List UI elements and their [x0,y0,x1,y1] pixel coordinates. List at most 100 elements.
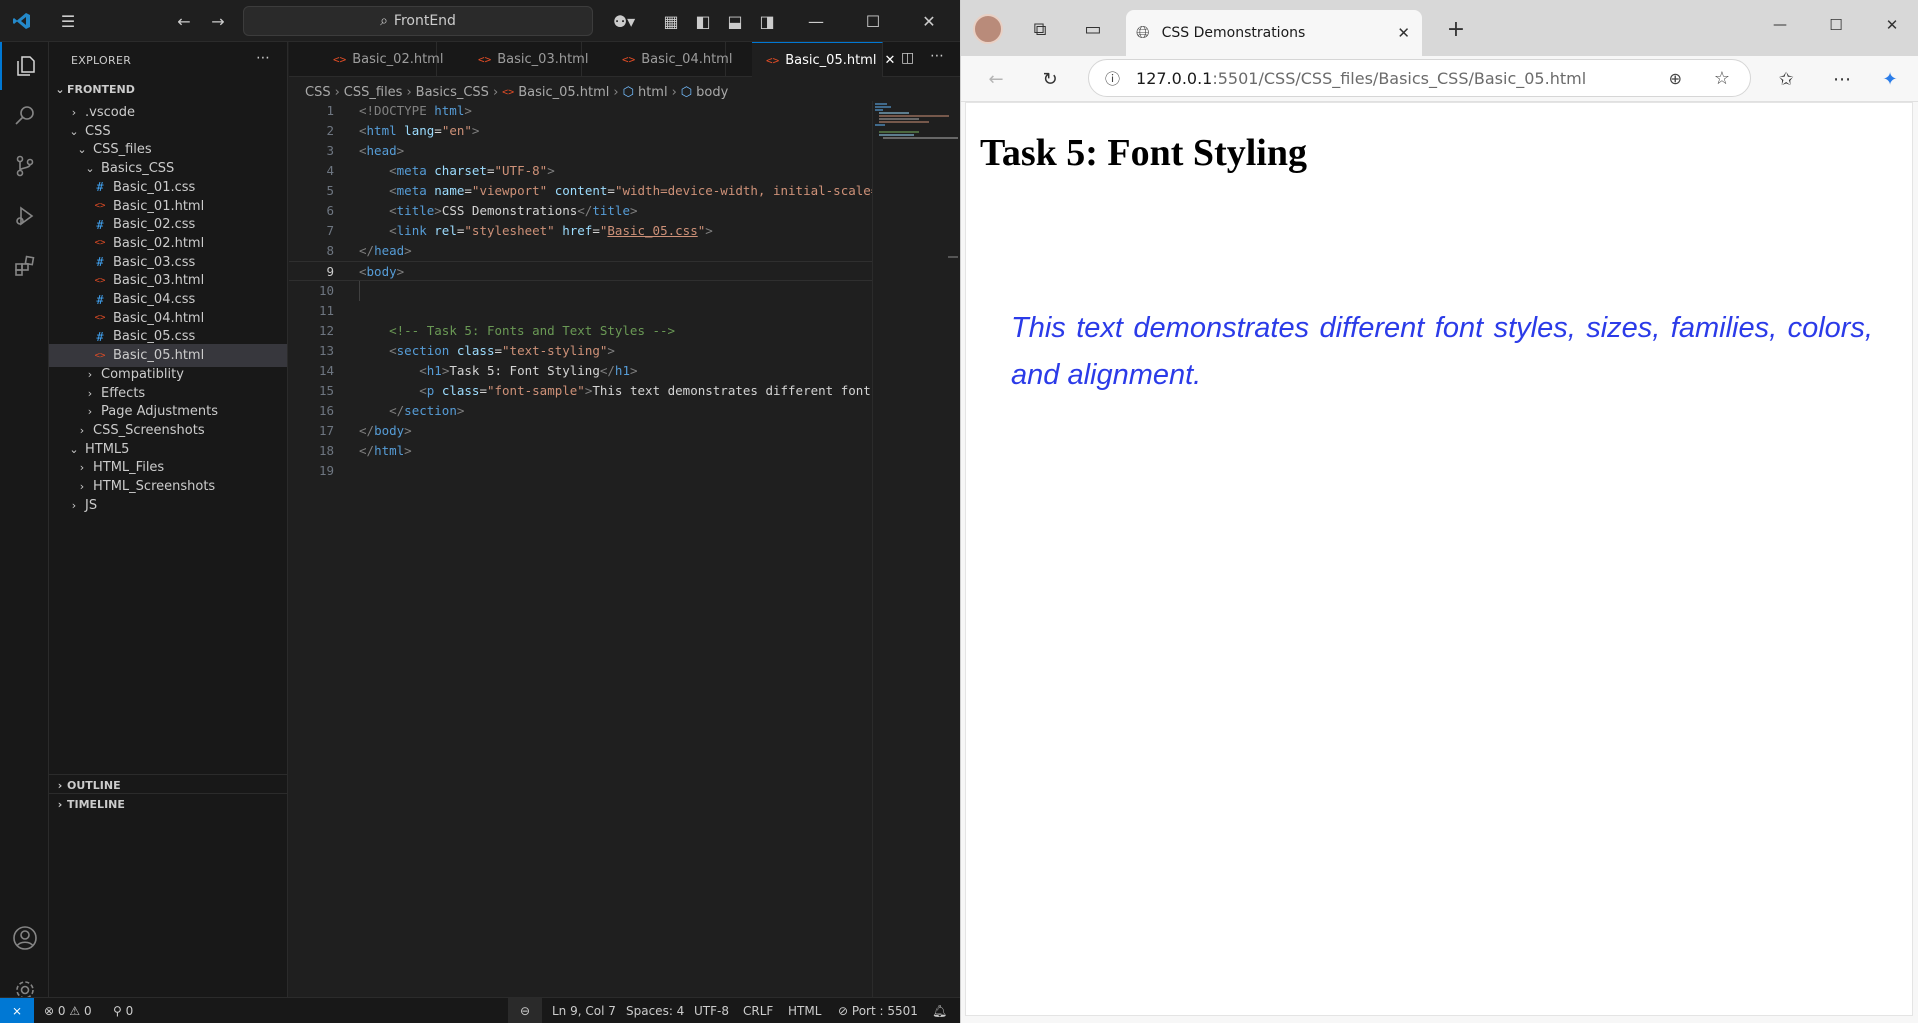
timeline-section[interactable]: › TIMELINE [49,793,287,815]
more-menu-icon[interactable]: ⋯ [1829,66,1855,92]
code-editor[interactable]: 1 <!DOCTYPE html> 2 <html lang="en"> 3 <hea… [289,101,872,481]
address-bar[interactable]: ⓘ 127.0.0.1:5501/CSS/CSS_files/Basics_CS… [1088,59,1751,97]
run-debug-icon[interactable] [0,192,49,240]
search-view-icon[interactable] [0,92,49,140]
customize-layout-icon[interactable]: ▦ [660,10,682,32]
copilot-icon[interactable]: ✦ [1877,66,1903,92]
code-line: <h1>Task 5: Font Styling</h1> [419,363,638,378]
url-host: 127.0.0.1 [1136,68,1213,88]
maximize-icon[interactable]: ☐ [1823,12,1849,38]
chevron-right-icon: › [334,84,340,100]
info-icon[interactable]: ⓘ [1105,68,1120,89]
line-number: 13 [318,343,334,358]
more-actions-icon[interactable]: ⋯ [256,50,270,66]
language-mode[interactable]: HTML [788,998,821,1023]
menu-icon[interactable]: ☰ [56,10,80,32]
browser-tab-active[interactable]: 🌐︎ CSS Demonstrations ✕ [1126,10,1422,56]
minimap[interactable] [872,101,958,997]
new-tab-plus-icon[interactable]: + [1443,16,1469,42]
toggle-secondary-sidebar-icon[interactable]: ◨ [756,10,778,32]
indentation[interactable]: Spaces: 4 [626,998,684,1023]
broadcast-icon: ⚲ [113,1003,122,1018]
workspaces-icon[interactable]: ⧉ [1027,16,1053,42]
line-number: 11 [318,303,334,318]
copilot-icon[interactable]: ⚉▾ [607,10,641,32]
html-file-icon: <> [94,275,106,286]
editor-area: <> Basic_02.html <> Basic_03.html <> Basic_… [289,42,960,997]
favorites-icon[interactable]: ✩ [1773,66,1799,92]
tree-item-label: Basic_05.css [113,329,196,345]
toggle-sidebar-icon[interactable]: ◧ [692,10,714,32]
extensions-icon[interactable] [0,242,49,290]
cursor-position[interactable]: Ln 9, Col 7 [552,998,616,1023]
close-icon[interactable]: ✕ [918,10,940,32]
close-window-icon[interactable]: ✕ [1879,12,1905,38]
browser-toolbar: ← ↻ ⓘ 127.0.0.1:5501/CSS/CSS_files/Basic… [961,56,1918,102]
error-count: 0 [57,1003,66,1018]
html-file-icon: <> [333,53,347,66]
notifications-bell-icon[interactable]: 🔔︎ [932,998,947,1023]
code-line: <meta name="viewport" content="width=dev… [389,183,872,198]
split-editor-icon[interactable]: ◫ [901,50,914,66]
maximize-icon[interactable]: ☐ [862,10,884,32]
breadcrumb-item[interactable]: Basic_05.html [518,85,609,100]
tab-basic-03[interactable]: <> Basic_03.html [464,42,588,77]
code-line: <body> [359,264,405,279]
close-tab-icon[interactable]: ✕ [1397,24,1410,42]
breadcrumb-item[interactable]: html [638,85,668,100]
tab-basic-05[interactable]: <> Basic_05.html ✕ [752,42,895,77]
html-file-icon: <> [502,86,515,98]
folder-item[interactable]: › JS [49,494,287,517]
ports-indicator[interactable]: ⚲ 0 [113,998,133,1023]
workspace-root[interactable]: ⌄ FRONTEND [49,78,287,101]
more-actions-icon[interactable]: ⋯ [930,48,944,64]
minimize-icon[interactable]: — [805,10,827,32]
breadcrumb-item[interactable]: CSS [305,85,331,100]
html-file-icon: <> [94,350,106,361]
element-icon: ⬡ [622,84,634,100]
chevron-down-icon: ⌄ [55,83,65,96]
breadcrumb-item[interactable]: CSS_files [344,85,403,100]
account-icon[interactable] [0,914,49,962]
zoom-out-icon[interactable]: ⊖ [508,998,542,1023]
code-line: <!DOCTYPE html> [359,103,472,118]
zoom-icon[interactable]: ⊕ [1669,69,1682,88]
toggle-panel-icon[interactable]: ⬓ [724,10,746,32]
tree-item-label: Basic_05.html [113,348,205,364]
close-tab-icon[interactable]: ✕ [884,53,895,68]
breadcrumb-item[interactable]: Basics_CSS [416,85,489,100]
command-center-label: FrontEnd [393,13,456,29]
refresh-icon[interactable]: ↻ [1037,66,1063,92]
chevron-right-icon: › [613,84,619,100]
remote-indicator-icon[interactable]: ⨯ [0,998,34,1023]
breadcrumb-item[interactable]: body [696,85,728,100]
vertical-tabs-icon[interactable]: ▭ [1080,16,1106,42]
port-label: Port : 5501 [851,1003,918,1018]
tree-item-label: CSS_Screenshots [93,422,205,438]
profile-avatar[interactable] [973,14,1003,44]
live-server-port[interactable]: ⊘ Port : 5501 [838,998,918,1023]
line-number: 7 [326,223,334,238]
line-ending[interactable]: CRLF [743,998,773,1023]
css-file-icon: # [96,329,104,344]
command-center-search[interactable]: ⌕ FrontEnd [243,6,593,36]
tab-basic-04[interactable]: <> Basic_04.html [608,42,732,77]
explorer-icon[interactable] [0,42,49,90]
favorite-star-icon[interactable]: ☆ [1714,68,1730,89]
chevron-right-icon: › [71,498,77,512]
minimize-icon[interactable]: — [1767,12,1793,38]
css-file-icon: # [96,255,104,270]
tab-basic-02[interactable]: <> Basic_02.html [319,42,443,77]
chevron-right-icon: › [87,386,93,400]
tree-item-label: Basic_02.html [113,235,205,251]
css-file-icon: # [96,180,104,195]
browser-tab-strip: ⧉ ▭ 🌐︎ CSS Demonstrations ✕ + — ☐ ✕ [961,0,1918,56]
back-arrow-icon[interactable]: ← [172,10,196,32]
source-control-icon[interactable] [0,142,49,190]
chevron-right-icon: › [492,84,499,100]
problems-indicator[interactable]: ⊗ 0 ⚠ 0 [44,998,92,1023]
forward-arrow-icon[interactable]: → [206,10,230,32]
encoding[interactable]: UTF-8 [694,998,729,1023]
chevron-right-icon: › [79,423,85,437]
back-arrow-icon[interactable]: ← [983,66,1009,92]
